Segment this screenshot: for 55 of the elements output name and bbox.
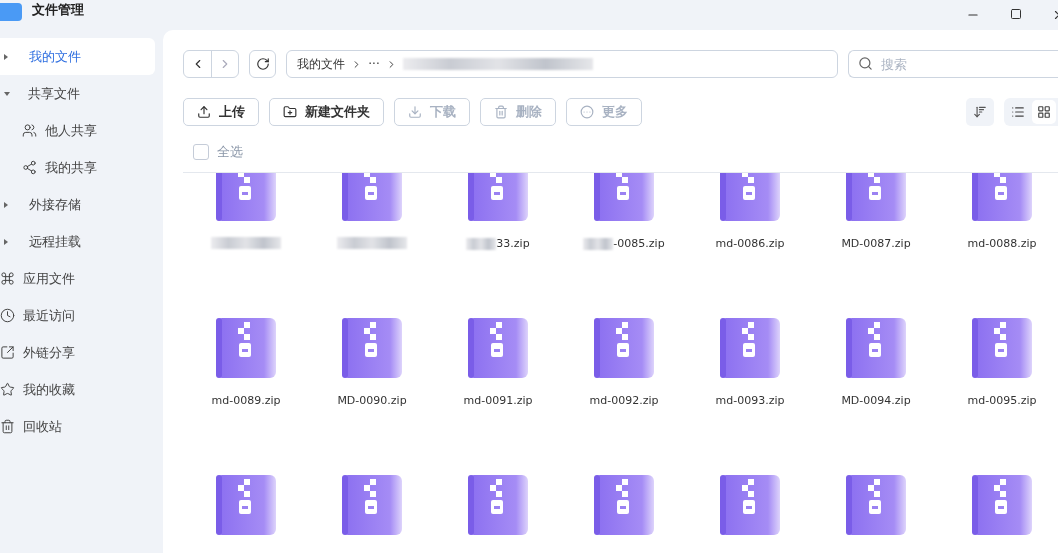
file-name: MD-0090.zip [337, 394, 407, 407]
maximize-icon[interactable] [1010, 8, 1022, 20]
file-name: MD-0087.zip [841, 237, 911, 250]
trash-icon [0, 419, 15, 434]
sidebar-item[interactable]: 外接存储 [0, 186, 155, 223]
file-name: md-0092.zip [589, 394, 659, 407]
toolbar-button[interactable]: 新建文件夹 [269, 98, 384, 126]
grid-icon [1037, 105, 1051, 119]
file-name: md-0088.zip [967, 237, 1037, 250]
sidebar-item[interactable]: 外链分享 [0, 334, 155, 371]
upload-icon [197, 105, 211, 119]
command-icon [0, 271, 15, 286]
file-name: md-0091.zip [463, 394, 533, 407]
grid-view-button[interactable] [1032, 100, 1056, 124]
share-icon [22, 160, 37, 175]
file-name: MD-0094.zip [841, 394, 911, 407]
external-link-icon [0, 345, 15, 360]
sidebar-item[interactable]: 回收站 [0, 408, 155, 445]
refresh-button[interactable] [249, 50, 277, 78]
sort-icon [973, 105, 987, 119]
sidebar-item[interactable]: 最近访问 [0, 297, 155, 334]
sidebar-item[interactable]: 应用文件 [0, 260, 155, 297]
sidebar-item[interactable]: 我的共享 [0, 149, 155, 186]
sidebar-item[interactable]: 共享文件 [0, 75, 155, 112]
file-name: -0085.zip [583, 237, 665, 250]
breadcrumb-item[interactable]: 我的文件 [297, 55, 346, 73]
sidebar-item[interactable]: 我的文件 [0, 38, 155, 75]
app-logo [0, 3, 22, 21]
breadcrumb-item[interactable]: ··· [368, 57, 380, 71]
window-title: 文件管理 [32, 1, 84, 19]
file-name: md-0086.zip [715, 237, 785, 250]
refresh-icon [255, 57, 270, 71]
list-icon [1011, 105, 1025, 119]
file-name [211, 237, 281, 249]
toolbar-button[interactable]: 上传 [183, 98, 259, 126]
file-name: md-0089.zip [211, 394, 281, 407]
people-icon [22, 123, 37, 138]
file-name: md-0095.zip [967, 394, 1037, 407]
file-name: md-0093.zip [715, 394, 785, 407]
search-icon [858, 56, 873, 71]
checkbox[interactable] [193, 144, 209, 160]
clock-icon [0, 308, 15, 323]
file-name: 33.zip [466, 237, 530, 250]
trash-icon [494, 105, 508, 119]
select-all-label: 全选 [217, 143, 243, 161]
download-icon [408, 105, 422, 119]
sidebar-item[interactable]: 我的收藏 [0, 371, 155, 408]
sidebar-item[interactable]: 他人共享 [0, 112, 155, 149]
folder-plus-icon [283, 105, 297, 119]
sort-button[interactable] [966, 98, 994, 126]
star-icon [0, 382, 15, 397]
more-icon [580, 105, 594, 119]
search-field[interactable]: 搜索 [848, 50, 1058, 78]
sidebar-item[interactable]: 远程挂载 [0, 223, 155, 260]
file-name [337, 237, 407, 249]
